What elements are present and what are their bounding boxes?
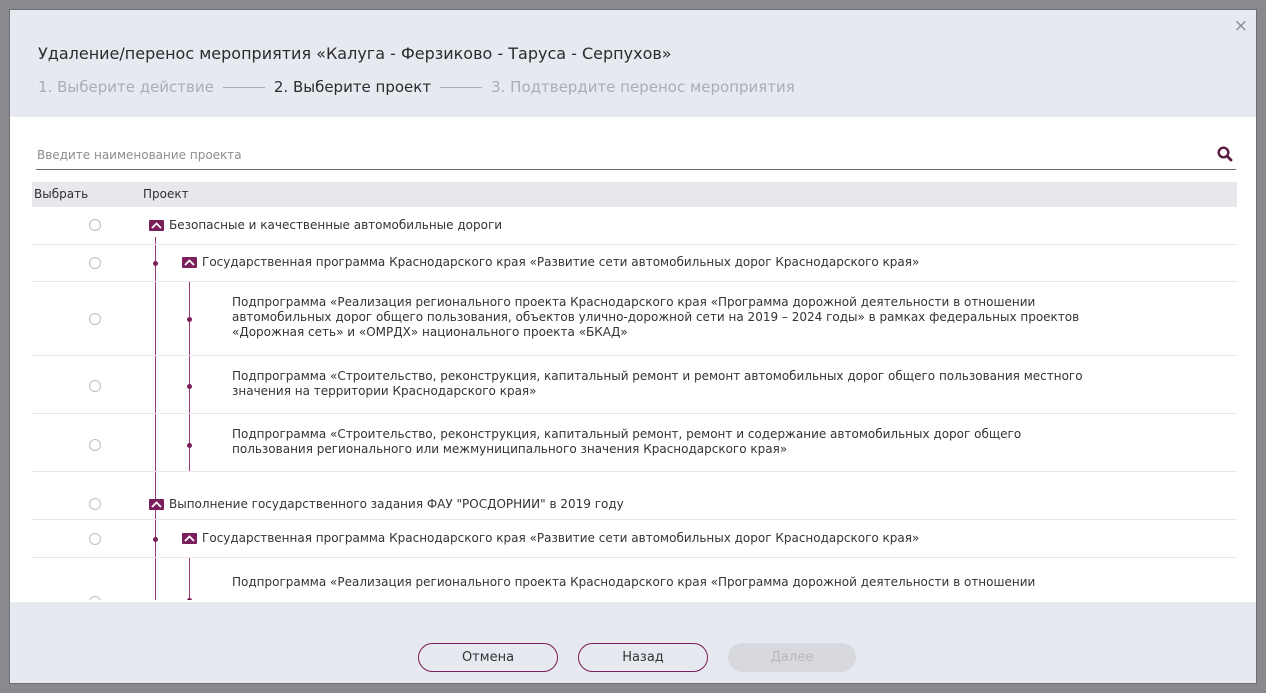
column-header-project: Проект — [143, 187, 189, 201]
program-name: Государственная программа Краснодарского… — [202, 531, 920, 545]
column-header-select: Выбрать — [34, 187, 89, 201]
table-row[interactable]: Подпрограмма «Реализация регионального п… — [32, 558, 1237, 600]
search-bar — [36, 143, 1236, 170]
wizard-steps: 1. Выберите действие 2. Выберите проект … — [38, 78, 795, 96]
tree-node-dot — [153, 537, 158, 542]
subprogram-name: Подпрограмма «Строительство, реконструкц… — [232, 427, 1022, 456]
select-radio[interactable] — [89, 313, 101, 325]
select-radio[interactable] — [89, 533, 101, 545]
select-radio[interactable] — [89, 439, 101, 451]
subprogram-name: Подпрограмма «Реализация регионального п… — [232, 575, 1036, 589]
step-connector — [440, 86, 483, 88]
move-event-dialog: Удаление/перенос мероприятия «Калуга - Ф… — [9, 9, 1257, 684]
project-name: Выполнение государственного задания ФАУ … — [169, 497, 624, 511]
table-row[interactable]: Выполнение государственного задания ФАУ … — [32, 472, 1237, 520]
select-radio[interactable] — [89, 257, 101, 269]
table-row[interactable]: Подпрограмма «Реализация регионального п… — [32, 282, 1237, 356]
dialog-title: Удаление/перенос мероприятия «Калуга - Ф… — [38, 44, 672, 63]
collapse-icon[interactable] — [182, 257, 197, 268]
tree-node-dot — [153, 261, 158, 266]
table-row[interactable]: Государственная программа Краснодарского… — [32, 520, 1237, 558]
select-radio[interactable] — [89, 596, 101, 600]
tree-node-dot — [187, 317, 192, 322]
search-input[interactable] — [36, 143, 1187, 167]
project-tree-table[interactable]: Безопасные и качественные автомобильные … — [32, 207, 1237, 600]
table-row[interactable]: Подпрограмма «Строительство, реконструкц… — [32, 356, 1237, 414]
subprogram-name: Подпрограмма «Строительство, реконструкц… — [232, 369, 1083, 398]
tree-node-dot — [187, 384, 192, 389]
tree-node-dot — [187, 598, 192, 600]
table-row[interactable]: Безопасные и качественные автомобильные … — [32, 207, 1237, 245]
step-connector — [222, 86, 265, 88]
program-name: Государственная программа Краснодарского… — [202, 255, 920, 269]
cancel-button[interactable]: Отмена — [418, 643, 558, 672]
table-row[interactable]: Государственная программа Краснодарского… — [32, 245, 1237, 282]
step-confirm-move: 3. Подтвердите перенос мероприятия — [491, 78, 795, 96]
collapse-icon[interactable] — [182, 533, 197, 544]
project-name: Безопасные и качественные автомобильные … — [169, 218, 503, 232]
close-icon[interactable]: × — [1234, 18, 1248, 35]
collapse-icon[interactable] — [149, 499, 164, 510]
back-button[interactable]: Назад — [578, 643, 708, 672]
next-button[interactable]: Далее — [728, 643, 856, 672]
table-row[interactable]: Подпрограмма «Строительство, реконструкц… — [32, 414, 1237, 472]
table-header: Выбрать Проект — [32, 182, 1237, 207]
dialog-header: Удаление/перенос мероприятия «Калуга - Ф… — [10, 10, 1256, 117]
select-radio[interactable] — [89, 380, 101, 392]
collapse-icon[interactable] — [149, 220, 164, 231]
subprogram-name: Подпрограмма «Реализация регионального п… — [232, 295, 1080, 339]
select-radio[interactable] — [89, 498, 101, 510]
dialog-footer: Отмена Назад Далее — [10, 602, 1256, 683]
step-choose-project: 2. Выберите проект — [273, 78, 432, 96]
search-icon[interactable] — [1216, 145, 1234, 163]
step-choose-action: 1. Выберите действие — [38, 78, 214, 96]
select-radio[interactable] — [89, 219, 101, 231]
tree-node-dot — [187, 443, 192, 448]
